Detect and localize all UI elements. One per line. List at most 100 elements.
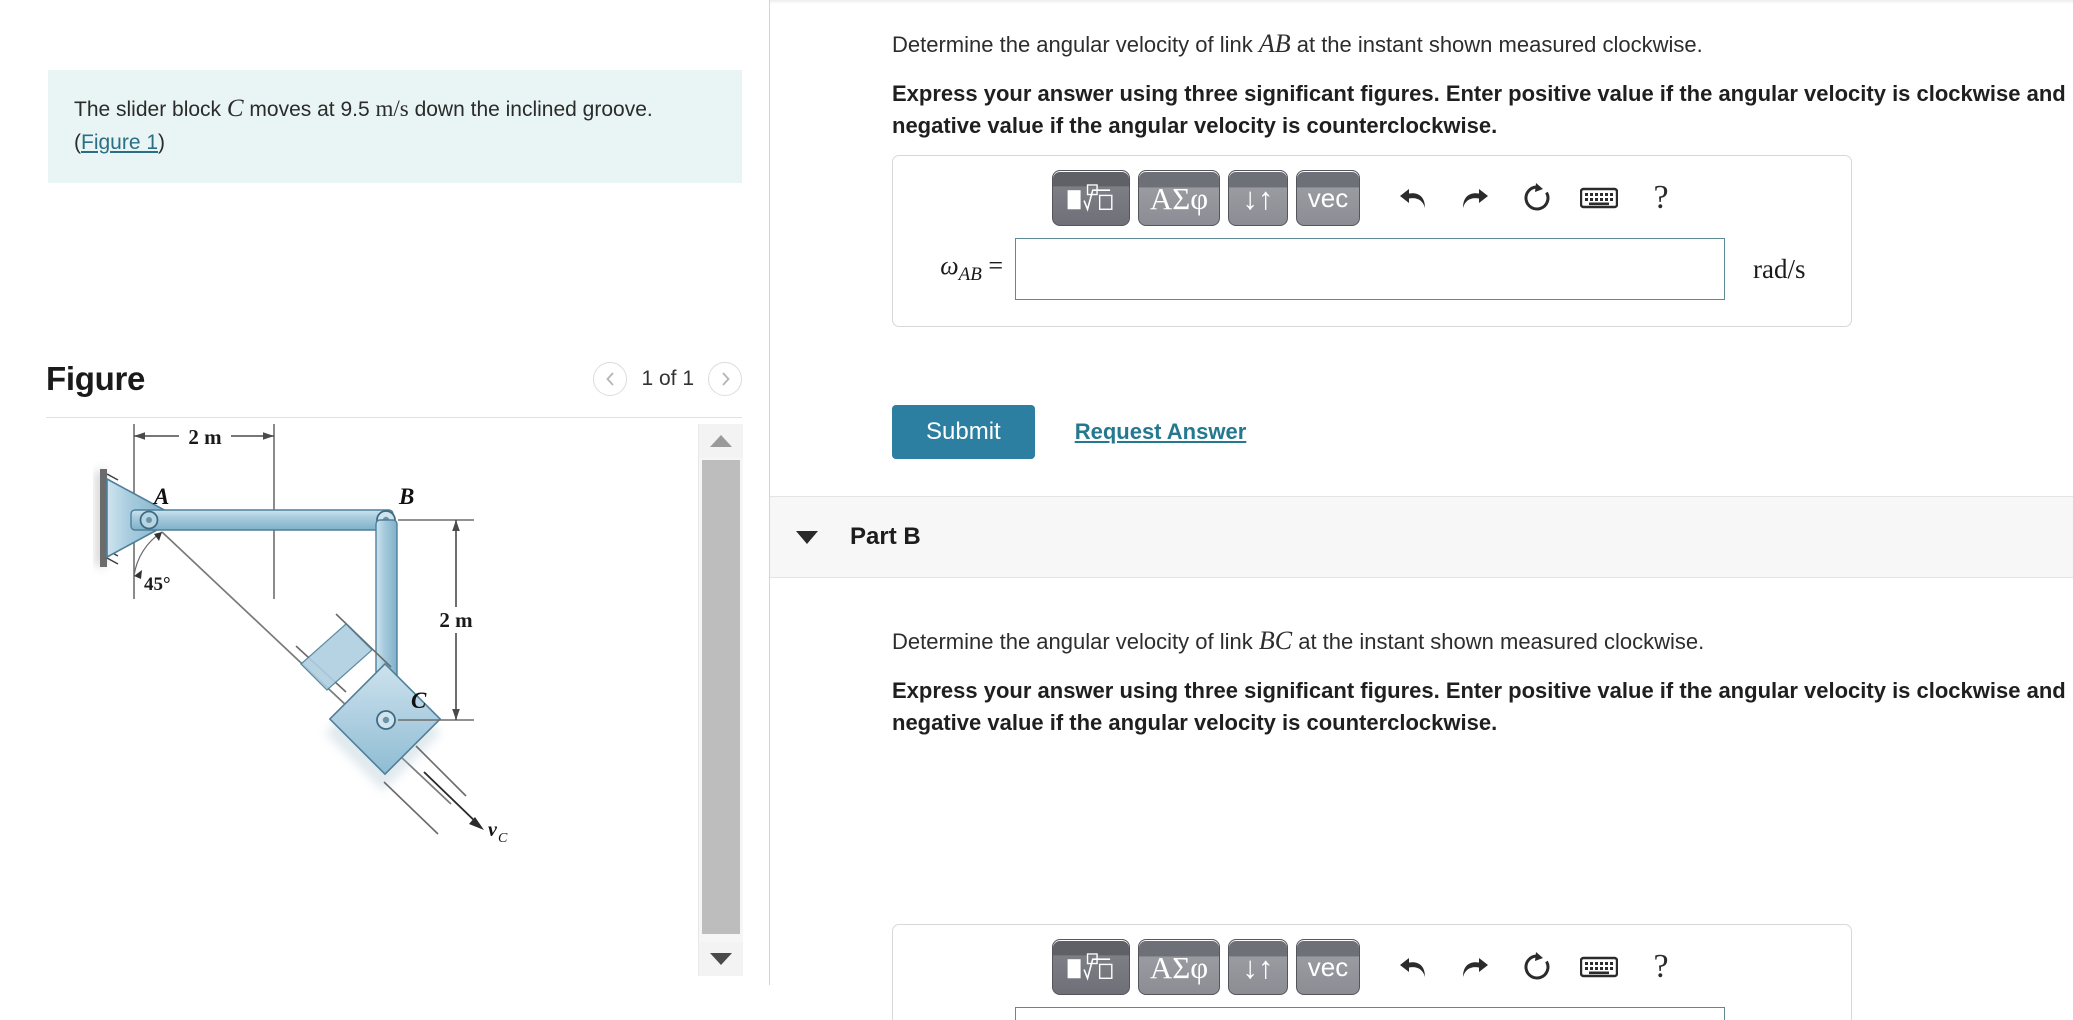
part-b-question-text: Determine the angular velocity of link B… [892, 625, 2073, 658]
part-b-answer-row: ωBC = rad/s [893, 1007, 1851, 1020]
part-a-redo-button[interactable] [1444, 170, 1506, 226]
label-a: A [152, 484, 169, 509]
pa-q-suffix: at the instant shown measured clockwise. [1290, 32, 1703, 57]
part-a-greek-button[interactable]: ΑΣφ [1138, 170, 1220, 226]
right-pane: Determine the angular velocity of link A… [770, 0, 2073, 1020]
figure-header: Figure 1 of 1 [46, 360, 742, 398]
part-a-actions: Submit Request Answer [892, 405, 2073, 459]
problem-statement-text: The slider block C moves at 9.5 m/s down… [74, 92, 716, 159]
reset-icon [1524, 183, 1550, 211]
part-a-toolbar-buttons: ΑΣφ ↓↑ vec [1052, 170, 1360, 226]
part-b-vec-label: vec [1307, 951, 1349, 982]
part-a-omega: ω [940, 251, 959, 281]
part-a-answer-label: ωAB = [923, 251, 1015, 286]
part-a-undo-button[interactable] [1382, 170, 1444, 226]
problem-statement-box: The slider block C moves at 9.5 m/s down… [48, 70, 742, 183]
part-b-toolbar-buttons: ΑΣφ ↓↑ vec [1052, 939, 1360, 995]
part-b-title: Part B [850, 523, 921, 550]
figure-scrollbar[interactable] [698, 424, 743, 976]
part-b-greek-button[interactable]: ΑΣφ [1138, 939, 1220, 995]
keyboard-icon [1580, 187, 1618, 209]
part-b-template-button[interactable] [1052, 939, 1130, 995]
part-a-reset-button[interactable] [1506, 170, 1568, 226]
figure-1-link[interactable]: Figure 1 [81, 131, 158, 154]
pb-link-name: BC [1258, 626, 1293, 655]
part-b-math-toolbar: ΑΣφ ↓↑ vec ? [893, 925, 1851, 1007]
figure-title: Figure [46, 360, 146, 397]
part-b-updown-button[interactable]: ↓↑ [1228, 939, 1288, 995]
scrollbar-thumb[interactable] [701, 460, 740, 934]
part-a-updown-label: ↓↑ [1242, 180, 1274, 216]
page-root: The slider block C moves at 9.5 m/s down… [0, 0, 2073, 1020]
part-a-subscript: AB [958, 264, 982, 286]
part-b-answer-card: ΑΣφ ↓↑ vec ? [892, 924, 1852, 1020]
left-pane: The slider block C moves at 9.5 m/s down… [0, 0, 771, 1020]
label-c: C [411, 688, 427, 713]
pa-link-name: AB [1258, 29, 1291, 58]
part-b-reset-button[interactable] [1506, 939, 1568, 995]
scroll-up-arrow-icon [709, 435, 732, 447]
figure-divider [46, 417, 742, 418]
part-b-redo-button[interactable] [1444, 939, 1506, 995]
part-a-template-button[interactable] [1052, 170, 1130, 226]
statement-prefix: The slider block [74, 98, 227, 121]
part-a-question-text: Determine the angular velocity of link A… [892, 28, 2073, 61]
scrollbar-up-button[interactable] [698, 424, 743, 458]
part-b-undo-button[interactable] [1382, 939, 1444, 995]
statement-unit: m/s [375, 96, 409, 121]
template-icon [1067, 184, 1113, 212]
part-b-greek-label: ΑΣφ [1149, 949, 1209, 985]
velocity-label: v [488, 819, 498, 841]
link-ab-bar [130, 509, 394, 531]
part-a-answer-unit: rad/s [1753, 253, 1806, 284]
part-a-keyboard-button[interactable] [1568, 170, 1630, 226]
figure-diagram: 2 m A B 45° C v C 2 m [46, 424, 698, 976]
part-a-vec-label: vec [1307, 182, 1349, 213]
part-a-updown-button[interactable]: ↓↑ [1228, 170, 1288, 226]
chevron-right-icon [721, 372, 730, 386]
keyboard-icon [1580, 956, 1618, 978]
scrollbar-track[interactable] [698, 458, 743, 942]
part-a-vec-button[interactable]: vec [1296, 170, 1360, 226]
part-b-keyboard-button[interactable] [1568, 939, 1630, 995]
redo-icon [1463, 958, 1488, 977]
part-a-request-answer-link[interactable]: Request Answer [1075, 419, 1247, 445]
pb-q-prefix: Determine the angular velocity of link [892, 629, 1259, 654]
pa-q-prefix: Determine the angular velocity of link [892, 32, 1259, 57]
part-a-equals: = [988, 251, 1003, 281]
part-b-instruction: Express your answer using three signific… [892, 675, 2073, 739]
statement-var-c: C [226, 95, 244, 122]
template-icon [1067, 953, 1113, 981]
velocity-subscript: C [498, 831, 508, 846]
scrollbar-down-button[interactable] [698, 942, 743, 976]
label-b: B [398, 484, 414, 509]
part-b-header[interactable]: Part B [770, 496, 2073, 578]
part-a-answer-row: ωAB = rad/s [893, 238, 1851, 326]
undo-icon [1400, 189, 1425, 208]
figure-prev-button[interactable] [593, 362, 628, 396]
statement-mid: moves at 9.5 [243, 98, 376, 121]
pb-q-suffix: at the instant shown measured clockwise. [1292, 629, 1705, 654]
figure-next-button[interactable] [708, 362, 742, 396]
angle-label: 45° [144, 574, 171, 595]
part-b-vec-button[interactable]: vec [1296, 939, 1360, 995]
velocity-vector [423, 771, 481, 827]
part-a-submit-button[interactable]: Submit [892, 405, 1035, 459]
reset-icon [1524, 952, 1550, 980]
part-b-updown-label: ↓↑ [1242, 949, 1274, 985]
caret-down-icon[interactable] [796, 530, 818, 544]
figure-counter: 1 of 1 [641, 367, 694, 390]
part-a-greek-label: ΑΣφ [1149, 180, 1209, 216]
part-a-instruction: Express your answer using three signific… [892, 78, 2073, 142]
part-a-question: Determine the angular velocity of link A… [892, 28, 2073, 61]
wall-plate [100, 469, 107, 567]
figure-navigation: 1 of 1 [593, 362, 742, 396]
part-b-help-button[interactable]: ? [1630, 939, 1692, 995]
part-b-answer-input[interactable] [1015, 1007, 1725, 1020]
part-b-instruction-text: Express your answer using three signific… [892, 678, 2066, 735]
part-a-answer-input[interactable] [1015, 238, 1725, 300]
scroll-down-arrow-icon [709, 953, 732, 965]
chevron-left-icon [606, 372, 614, 386]
part-a-help-button[interactable]: ? [1630, 170, 1692, 226]
top-edge-shadow [770, 0, 2073, 4]
